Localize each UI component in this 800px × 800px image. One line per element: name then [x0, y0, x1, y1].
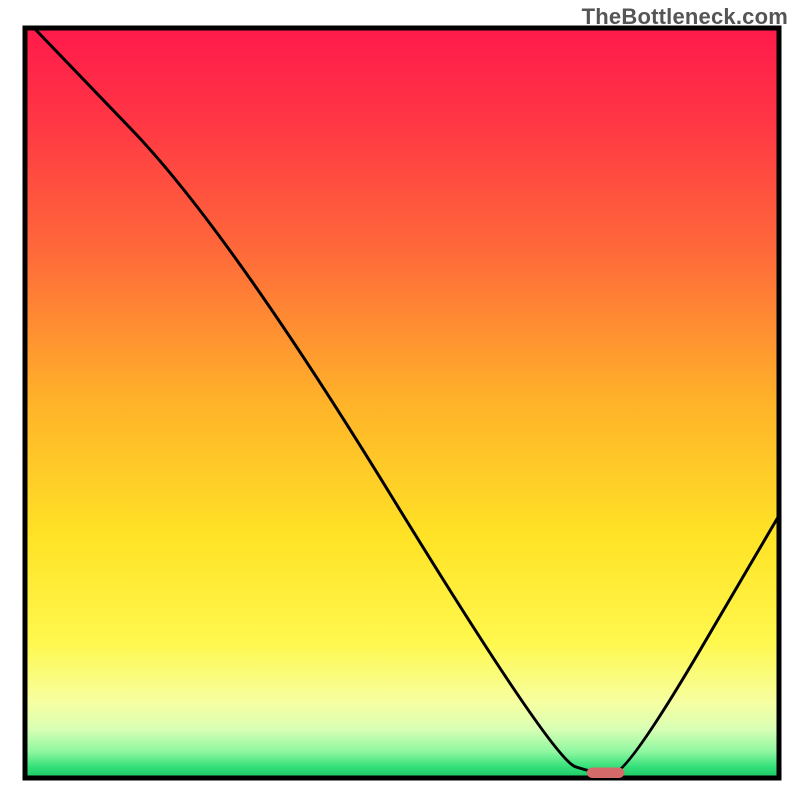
bottleneck-chart	[0, 0, 800, 800]
optimal-marker	[587, 768, 625, 779]
watermark-text: TheBottleneck.com	[582, 4, 788, 30]
chart-frame: TheBottleneck.com	[0, 0, 800, 800]
plot-background	[25, 28, 779, 778]
